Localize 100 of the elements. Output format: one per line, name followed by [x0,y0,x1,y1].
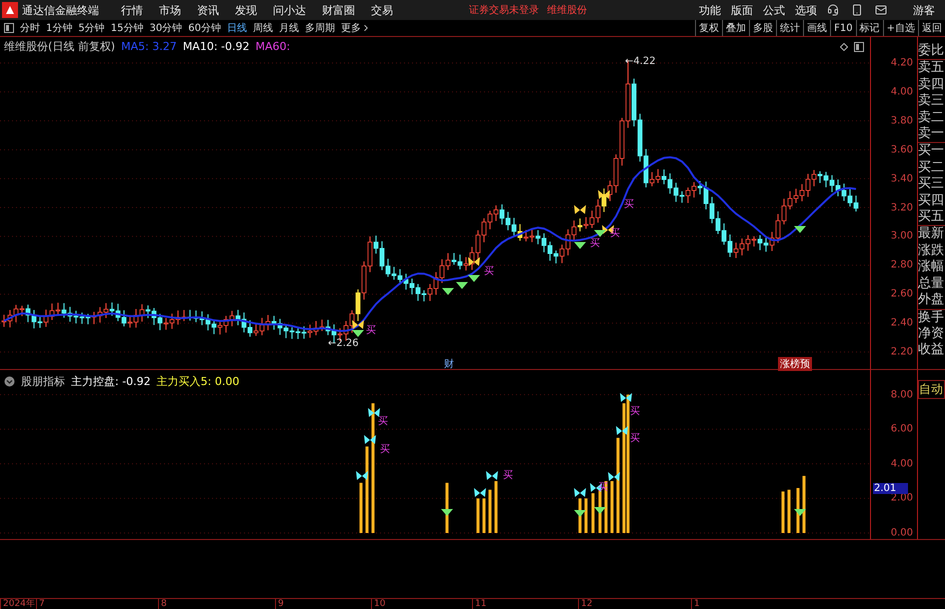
period-tab[interactable]: 周线 [252,21,273,35]
price-tick-label: 2.60 [890,288,913,300]
event-marker[interactable]: 涨榜预 [778,357,812,371]
quote-label: 换手 [918,310,945,326]
menu-item[interactable]: 财富圈 [322,2,355,18]
auto-button[interactable]: 自动 [918,380,945,399]
menu-item[interactable]: 版面 [731,2,753,18]
menu-item[interactable]: 公式 [763,2,785,18]
login-notice: 证券交易未登录 [469,4,539,17]
date-axis-label: 2024年 [0,599,35,609]
price-tick-label: 4.20 [890,58,913,68]
price-tick-label: 2.20 [890,346,913,358]
quote-label: 卖三 [918,93,945,110]
price-tick-label: 3.40 [890,173,913,184]
buy-signal-label: 买 [624,198,634,211]
price-tick-label: 3.20 [890,202,913,213]
price-tick-label: 3.00 [890,230,913,242]
event-marker[interactable]: 财 [442,357,456,371]
quote-label: 净资 [918,326,945,342]
buy-signal-label: 买 [630,432,640,445]
low-price-label: ←2.26 [328,338,359,349]
period-tab[interactable]: 月线 [278,21,299,35]
moving-average-label: MA10: -0.92 [182,40,250,53]
period-tab[interactable]: 60分钟 [188,21,221,35]
quote-label: 最新 [918,226,945,243]
menu-item[interactable]: 资讯 [197,2,219,18]
app-title: 通达信金融终端 [22,2,99,18]
date-axis-label: 10 [371,599,386,609]
indicator-tick-label: 6.00 [890,424,913,435]
toolbar-button[interactable]: 返回 [918,20,945,36]
quote-label: 外盘 [918,292,945,310]
quote-label: 卖一 [918,126,945,144]
date-axis-label: 7 [36,599,45,609]
quote-label: 卖五 [918,60,945,77]
period-tab[interactable]: 多周期 [304,21,335,35]
menu-item[interactable]: 交易 [371,2,393,18]
buy-signal-label: 买 [484,265,494,278]
period-tab[interactable]: 30分钟 [149,21,182,35]
indicator-tick-label: 4.00 [890,458,913,470]
quote-label: 总量 [918,276,945,292]
user-label[interactable]: 游客 [913,2,935,18]
buy-signal-label: 买 [630,405,640,418]
period-tab[interactable]: 1分钟 [46,21,72,35]
indicator-value: 主力控盘: -0.92 [71,374,151,389]
date-axis-label: 8 [158,599,167,609]
period-tab[interactable]: 更多 [340,21,371,35]
chart-title: 维维股份(日线 前复权) [4,39,116,54]
toolbar-button[interactable]: 复权 [695,20,722,36]
menu-item[interactable]: 功能 [699,2,721,18]
date-axis-label: 11 [472,599,486,609]
buy-signal-label: 买 [590,237,600,250]
buy-signal-label: 买 [503,469,513,482]
toolbar-button[interactable]: 多股 [749,20,776,36]
quote-label: 涨幅 [918,259,945,276]
buy-signal-label: 买 [380,443,390,456]
quote-label: 委比 [918,43,945,60]
indicator-value: 主力买入5: 0.00 [156,374,240,389]
period-tab[interactable]: 日线 [226,21,247,35]
stock-name: 维维股份 [547,4,587,17]
price-tick-label: 3.60 [890,144,913,156]
period-tab[interactable]: 5分钟 [78,21,105,35]
date-axis-label: 9 [275,599,284,609]
quote-label: 买二 [918,160,945,176]
buy-signal-label: 买 [610,227,620,240]
buy-signal-label: 买 [598,481,608,494]
date-axis-label: 1 [691,599,700,609]
menu-item[interactable]: 选项 [795,2,817,18]
toolbar-button[interactable]: 叠加 [722,20,750,36]
quote-label: 买四 [918,192,945,210]
moving-average-label: MA5: 3.27 [121,40,177,53]
toolbar-button[interactable]: F10 [830,20,856,36]
toolbar-button[interactable]: 统计 [776,20,804,36]
indicator-tick-label: 8.00 [890,389,913,400]
high-price-label: ←4.22 [625,56,656,67]
quote-label: 买五 [918,209,945,226]
moving-average-label: MA60: [256,40,290,53]
price-tick-label: 2.40 [890,318,913,329]
buy-signal-label: 买 [378,415,388,428]
toolbar-button[interactable]: 画线 [803,20,830,36]
cursor-value-label: 2.01 [873,483,908,494]
price-tick-label: 3.80 [890,115,913,126]
quote-label: 涨跌 [918,242,945,260]
price-tick-label: 4.00 [890,86,913,98]
buy-signal-label: 买 [366,324,376,337]
quote-label: 收益 [918,342,945,359]
indicator-tick-label: 0.00 [890,528,913,538]
toolbar-button[interactable]: 标记 [856,20,883,36]
quote-label: 卖二 [918,110,945,126]
toolbar-button[interactable]: +自选 [882,20,918,36]
period-tab[interactable]: 分时 [20,21,40,35]
period-tab[interactable]: 15分钟 [110,21,144,35]
menu-item[interactable]: 发现 [235,2,257,18]
price-tick-label: 2.80 [890,260,913,271]
indicator-name: 股朋指标 [21,374,65,389]
menu-item[interactable]: 行情 [121,2,143,18]
quote-label: 买一 [918,143,945,160]
date-axis-label: 12 [578,599,592,609]
menu-item[interactable]: 市场 [159,2,181,18]
menu-item[interactable]: 问小达 [273,2,306,18]
quote-label: 买三 [918,176,945,193]
